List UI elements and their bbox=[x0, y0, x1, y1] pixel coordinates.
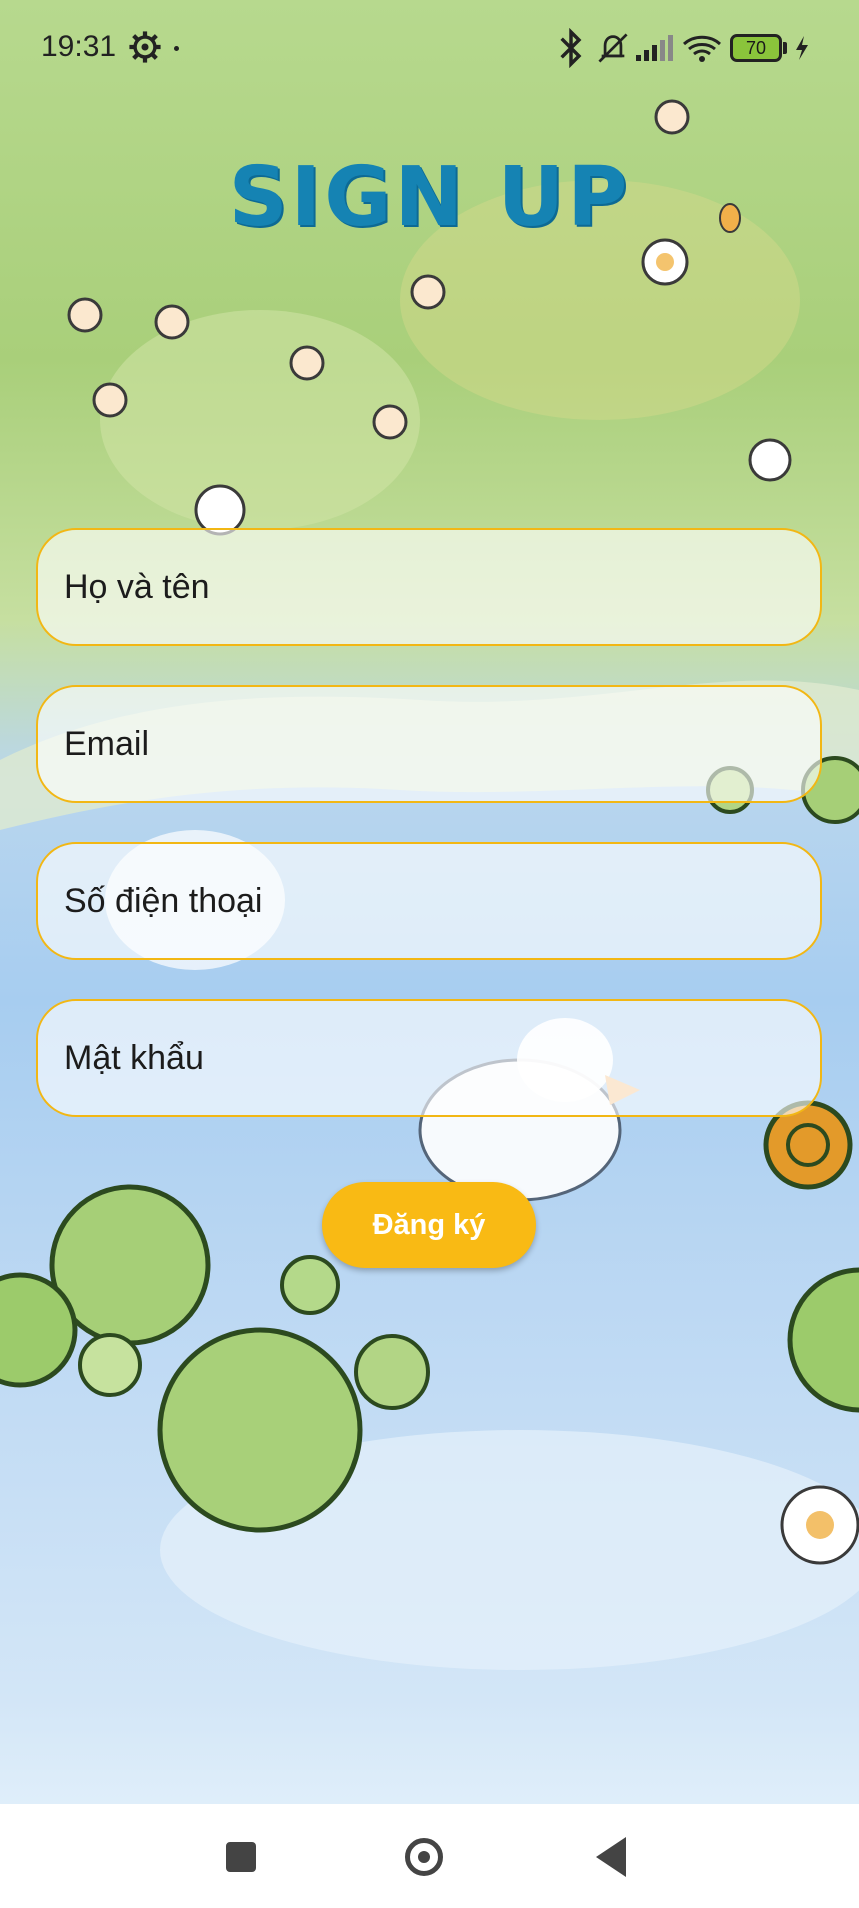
battery-level: 70 bbox=[745, 38, 767, 58]
signup-button[interactable]: Đăng ký bbox=[322, 1182, 536, 1268]
notification-dot bbox=[174, 46, 179, 51]
email-field[interactable]: Email bbox=[36, 685, 822, 803]
page-title: SIGN UP bbox=[228, 150, 631, 245]
signup-screen: 19:31 70 SIGN UP Họ và tên Email Số điện… bbox=[0, 0, 859, 1908]
bell-muted-icon bbox=[598, 33, 628, 63]
signal-icon bbox=[636, 35, 673, 61]
system-nav-bar bbox=[0, 1804, 859, 1908]
full-name-field[interactable]: Họ và tên bbox=[36, 528, 822, 646]
back-icon[interactable] bbox=[596, 1837, 626, 1877]
wifi-icon bbox=[682, 35, 722, 62]
password-field[interactable]: Mật khẩu bbox=[36, 999, 822, 1117]
home-icon-center bbox=[418, 1851, 430, 1863]
email-placeholder: Email bbox=[64, 725, 150, 763]
phone-field[interactable]: Số điện thoại bbox=[36, 842, 822, 960]
status-bar: 19:31 70 bbox=[0, 0, 859, 96]
gear-icon bbox=[129, 31, 161, 63]
battery-icon: 70 bbox=[730, 34, 782, 62]
home-icon[interactable] bbox=[405, 1838, 443, 1876]
phone-placeholder: Số điện thoại bbox=[64, 882, 263, 920]
recent-apps-icon[interactable] bbox=[226, 1842, 256, 1872]
battery-tip bbox=[783, 42, 787, 54]
password-placeholder: Mật khẩu bbox=[64, 1039, 204, 1077]
status-time: 19:31 bbox=[41, 30, 117, 63]
charging-icon bbox=[796, 36, 808, 60]
full-name-placeholder: Họ và tên bbox=[64, 568, 210, 606]
bluetooth-icon bbox=[560, 28, 582, 68]
